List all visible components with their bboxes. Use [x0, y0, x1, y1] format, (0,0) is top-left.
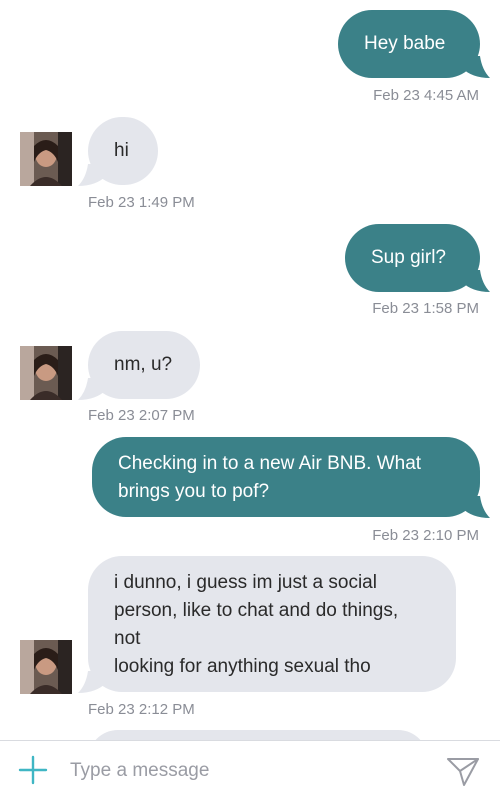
message-timestamp: Feb 23 4:45 AM	[373, 87, 479, 104]
message-text: Hey babe	[364, 33, 446, 54]
bubble-tail	[78, 164, 106, 186]
message-text-line: Checking in to a new Air BNB. What	[118, 453, 422, 474]
bubble-tail	[462, 56, 490, 78]
message-text-line: i dunno, i guess im just a social	[114, 572, 377, 593]
message-text-line: brings you to pof?	[118, 481, 270, 502]
profile-photo	[20, 346, 72, 400]
profile-photo	[20, 640, 72, 694]
avatar[interactable]	[20, 132, 72, 186]
message-input[interactable]	[70, 755, 400, 787]
message-timestamp: Feb 23 2:07 PM	[88, 407, 195, 424]
message-bubble-incoming[interactable]: i dunno, i guess im just a social person…	[88, 556, 456, 692]
plus-icon[interactable]	[18, 755, 48, 785]
message-thread[interactable]: Hey babe Feb 23 4:45 AM hi Feb 23 1:49 P…	[0, 0, 500, 740]
message-timestamp: Feb 23 1:58 PM	[372, 300, 479, 317]
avatar[interactable]	[20, 346, 72, 400]
bubble-tail	[462, 496, 490, 518]
send-icon[interactable]	[446, 755, 480, 787]
message-timestamp: Feb 23 1:49 PM	[88, 194, 195, 211]
message-text-line: not	[114, 628, 141, 649]
message-text: Sup girl?	[371, 247, 446, 268]
message-text-line: person, like to chat and do things,	[114, 600, 399, 621]
bubble-tail	[462, 270, 490, 292]
bubble-tail	[78, 378, 106, 400]
message-text: nm, u?	[114, 354, 173, 375]
message-bubble-incoming-partial[interactable]	[88, 730, 428, 740]
message-composer	[0, 740, 500, 800]
profile-photo	[20, 132, 72, 186]
avatar[interactable]	[20, 640, 72, 694]
message-text: hi	[114, 140, 129, 161]
message-timestamp: Feb 23 2:10 PM	[372, 527, 479, 544]
bubble-tail	[78, 671, 106, 693]
message-bubble-outgoing[interactable]: Checking in to a new Air BNB. What bring…	[92, 437, 480, 517]
message-text-line: looking for anything sexual tho	[114, 656, 371, 677]
message-timestamp: Feb 23 2:12 PM	[88, 701, 195, 718]
message-bubble-outgoing[interactable]: Sup girl?	[345, 224, 480, 292]
message-bubble-outgoing[interactable]: Hey babe	[338, 10, 480, 78]
